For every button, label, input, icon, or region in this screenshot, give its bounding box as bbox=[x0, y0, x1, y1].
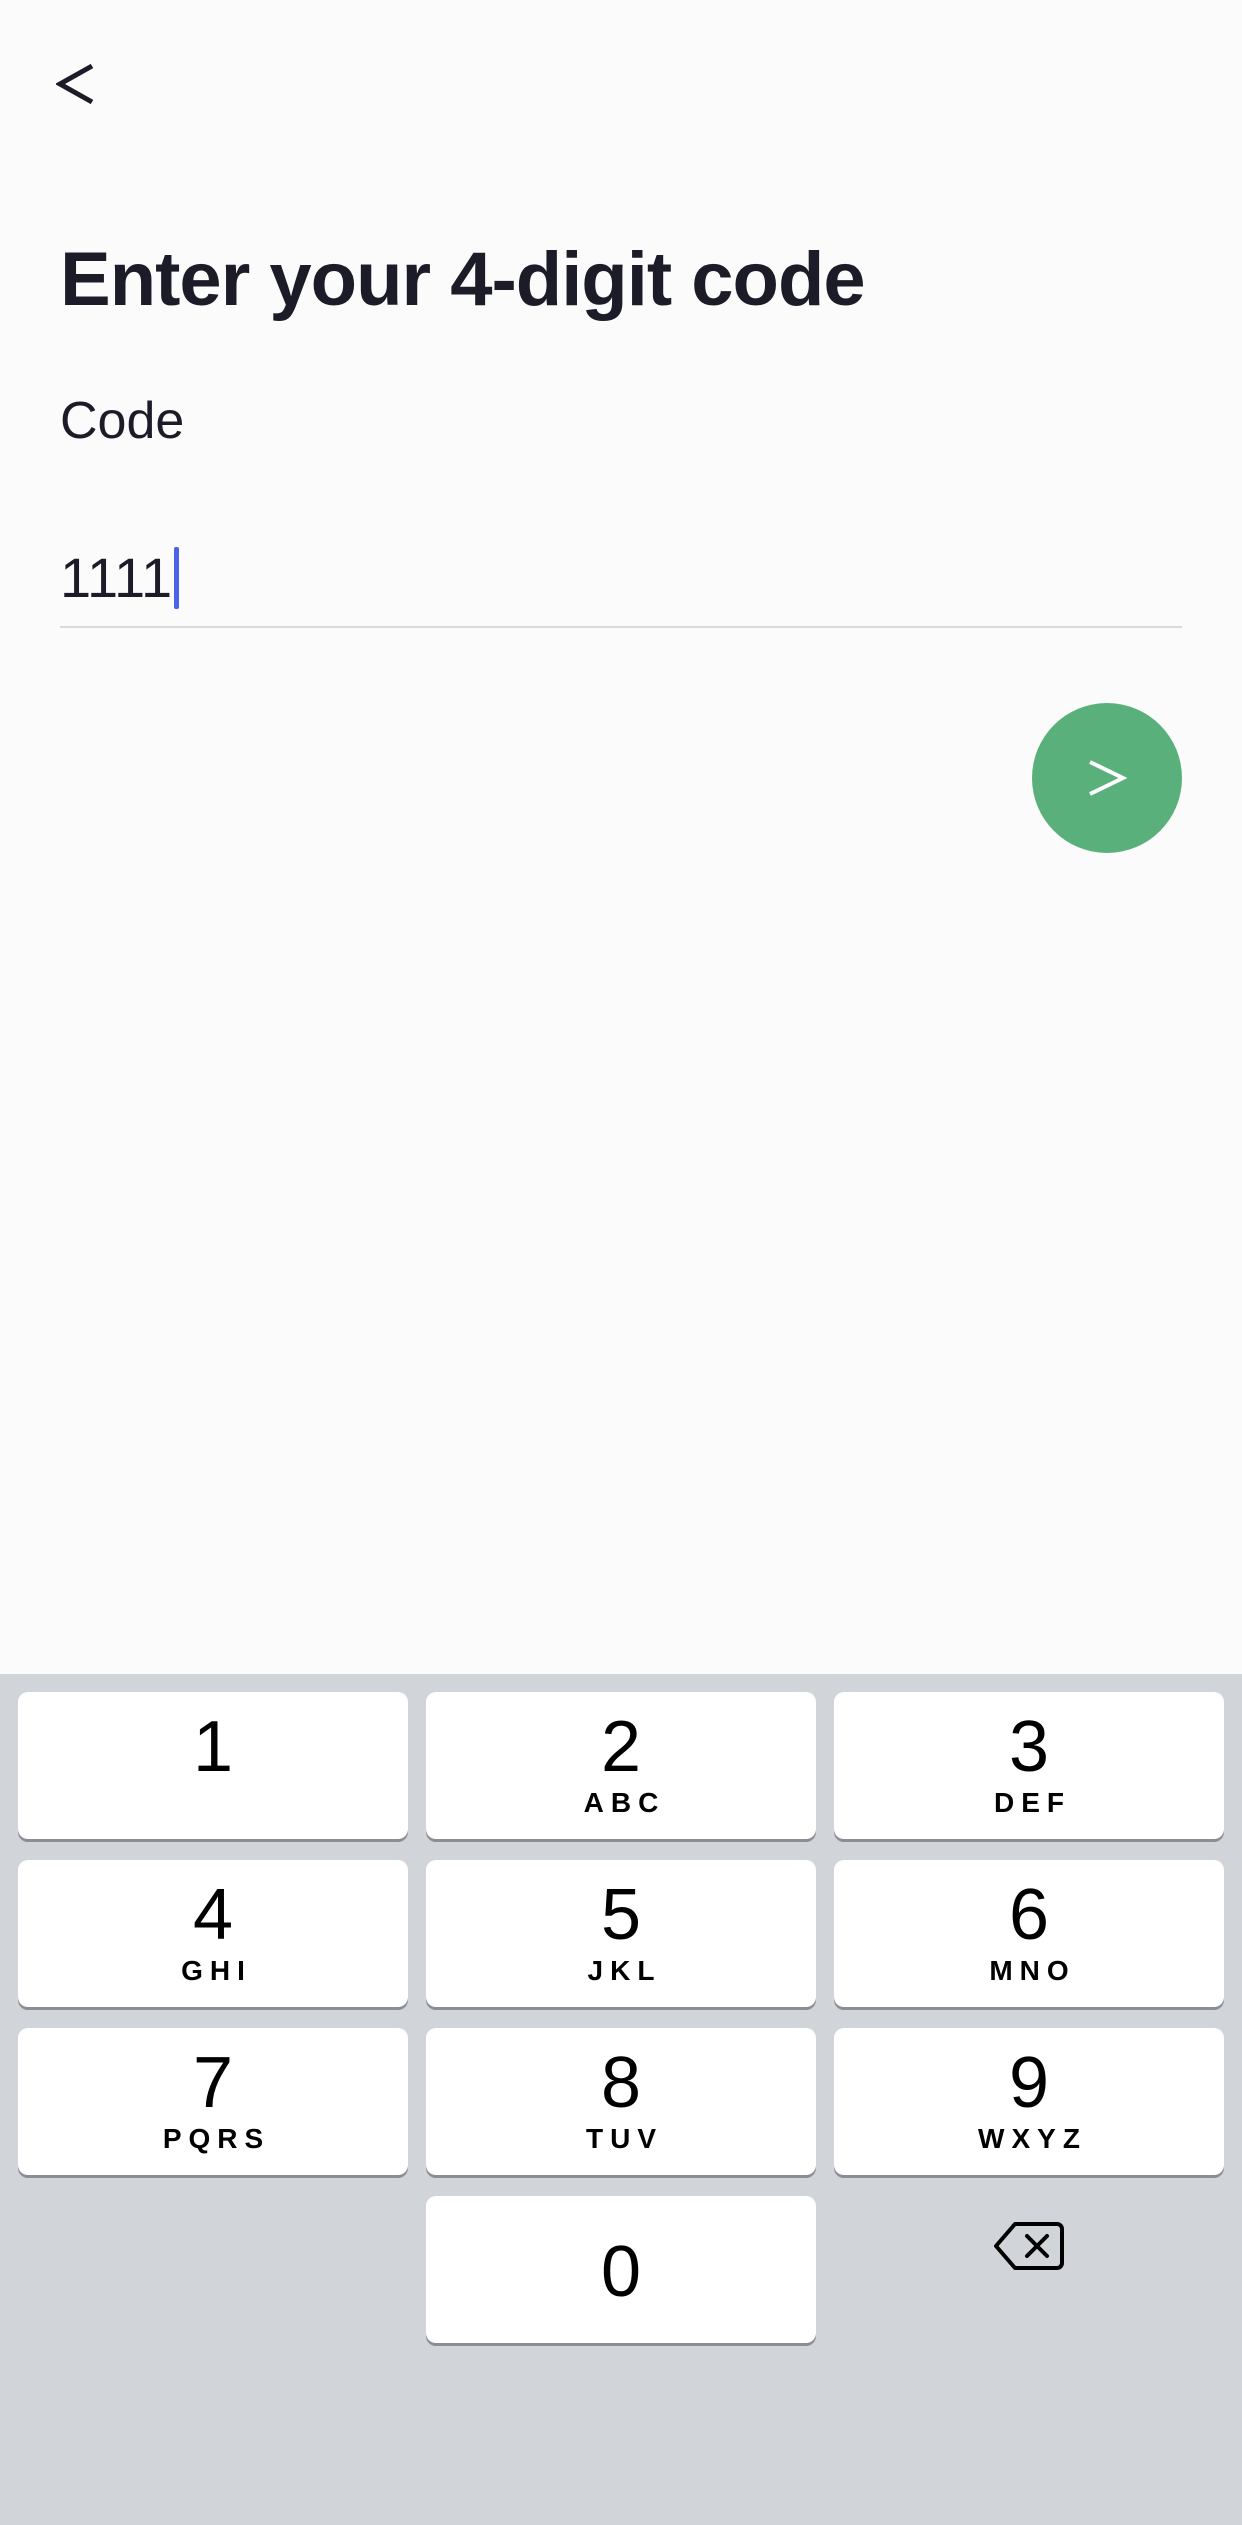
key-letters: PQRS bbox=[162, 2122, 271, 2154]
keypad-key-2[interactable]: 2 ABC bbox=[426, 1692, 816, 1839]
key-letters: MNO bbox=[989, 1954, 1076, 1986]
numeric-keypad: 1 2 ABC 3 DEF 4 GHI 5 JKL 6 MNO 7 PQRS 8… bbox=[0, 1674, 1242, 2525]
backspace-icon bbox=[993, 2220, 1065, 2272]
code-input[interactable]: 1111 bbox=[60, 530, 1182, 628]
key-letters: ABC bbox=[583, 1786, 666, 1818]
key-digit: 7 bbox=[192, 2042, 234, 2123]
key-digit: 5 bbox=[600, 1874, 642, 1955]
key-digit: 6 bbox=[1008, 1874, 1050, 1955]
key-letters: JKL bbox=[587, 1954, 662, 1986]
keypad-key-4[interactable]: 4 GHI bbox=[18, 1860, 408, 2007]
chevron-right-icon bbox=[1087, 758, 1127, 798]
page-title: Enter your 4-digit code bbox=[60, 237, 866, 322]
keypad-key-5[interactable]: 5 JKL bbox=[426, 1860, 816, 2007]
key-digit: 8 bbox=[600, 2042, 642, 2123]
key-letters bbox=[210, 1789, 217, 1817]
keypad-key-3[interactable]: 3 DEF bbox=[834, 1692, 1224, 1839]
keypad-key-6[interactable]: 6 MNO bbox=[834, 1860, 1224, 2007]
code-input-value: 1111 bbox=[60, 546, 173, 609]
key-digit: 3 bbox=[1008, 1706, 1050, 1787]
key-letters: WXYZ bbox=[978, 2122, 1087, 2154]
key-digit: 0 bbox=[600, 2231, 642, 2312]
key-letters: DEF bbox=[994, 1786, 1071, 1818]
keypad-key-1[interactable]: 1 bbox=[18, 1692, 408, 1839]
key-digit: 4 bbox=[192, 1874, 234, 1955]
keypad-key-0[interactable]: 0 bbox=[426, 2196, 816, 2343]
keypad-key-9[interactable]: 9 WXYZ bbox=[834, 2028, 1224, 2175]
code-label: Code bbox=[60, 392, 185, 450]
text-caret bbox=[174, 547, 180, 609]
back-button[interactable] bbox=[56, 44, 126, 124]
submit-button[interactable] bbox=[1032, 703, 1182, 853]
key-digit: 9 bbox=[1008, 2042, 1050, 2123]
key-letters: TUV bbox=[586, 2122, 663, 2154]
key-letters: GHI bbox=[181, 1954, 252, 1986]
keypad-key-7[interactable]: 7 PQRS bbox=[18, 2028, 408, 2175]
keypad-delete-button[interactable] bbox=[834, 2172, 1224, 2319]
key-digit: 2 bbox=[600, 1706, 642, 1787]
key-digit: 1 bbox=[192, 1706, 234, 1787]
chevron-left-icon bbox=[56, 62, 96, 106]
keypad-key-8[interactable]: 8 TUV bbox=[426, 2028, 816, 2175]
